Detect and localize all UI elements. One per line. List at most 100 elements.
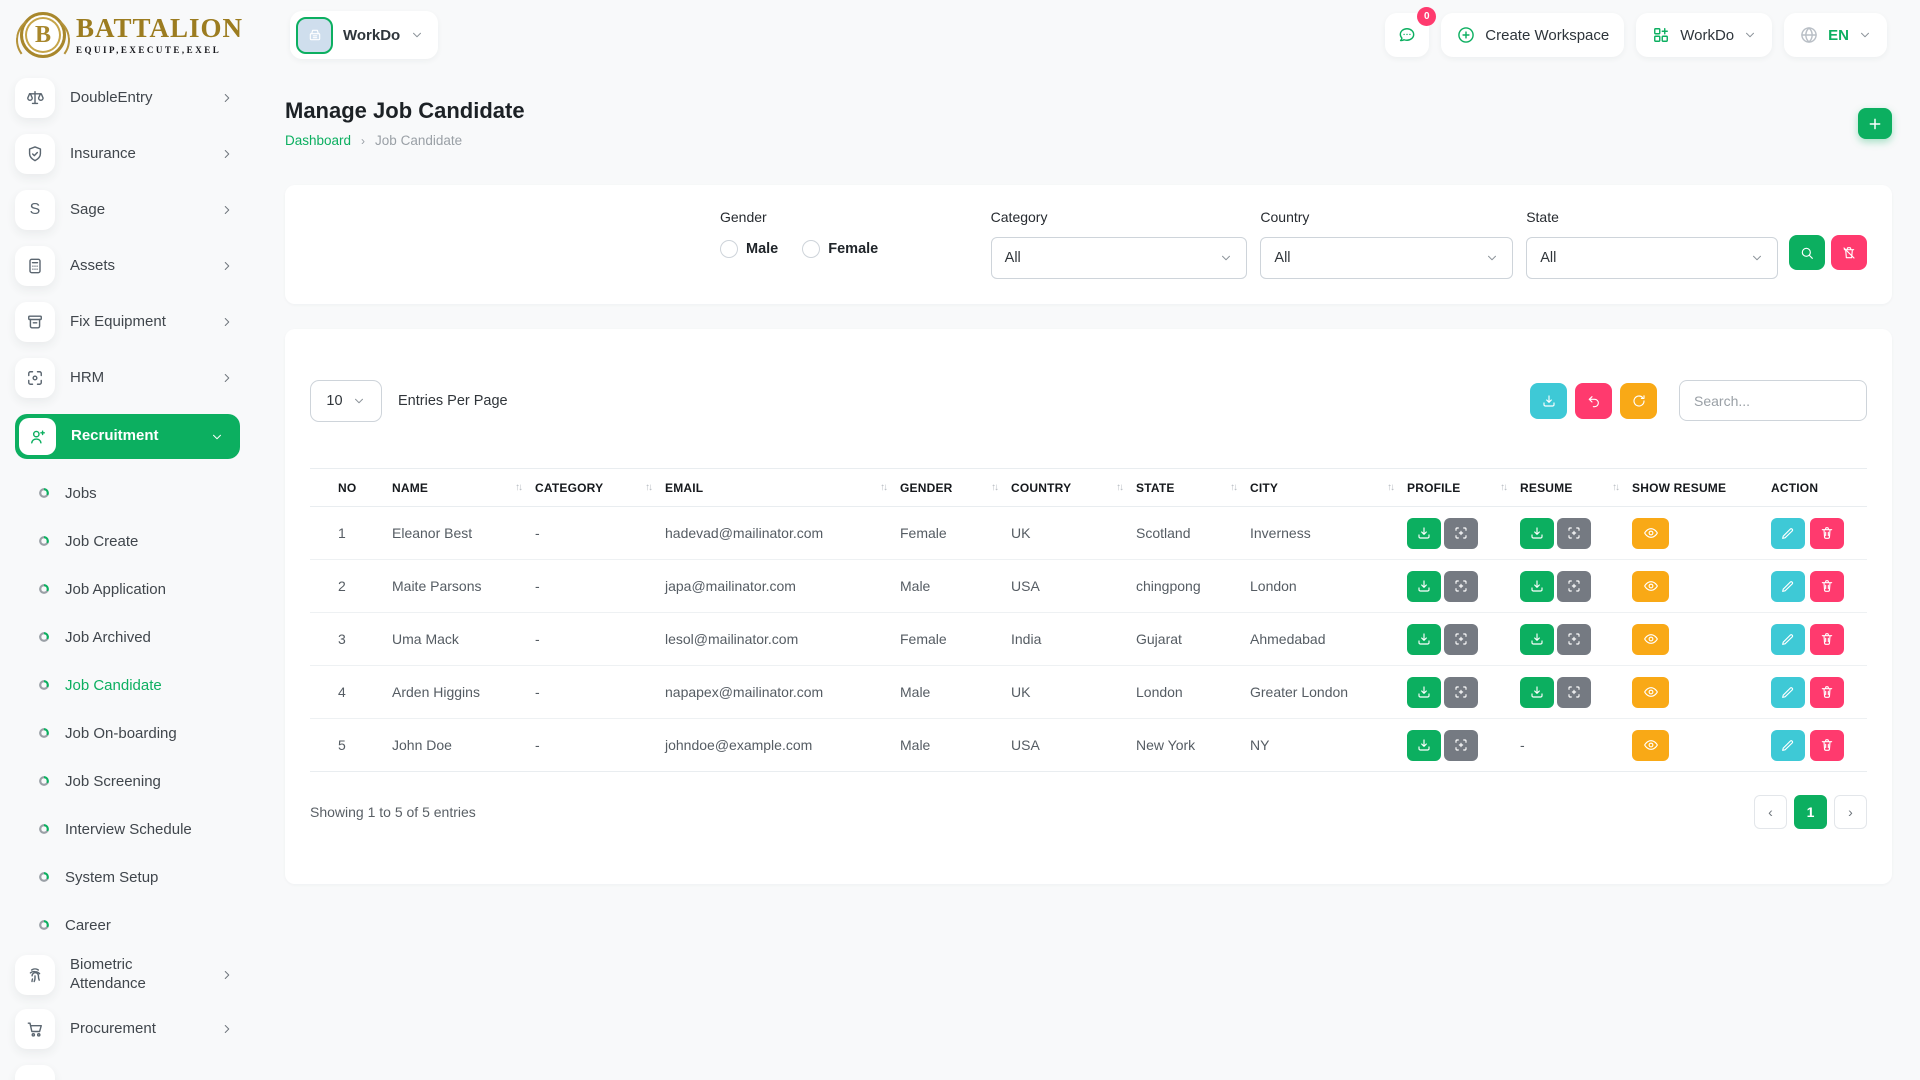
create-workspace-button[interactable]: Create Workspace [1441, 13, 1624, 57]
chat-bubble-icon [1397, 25, 1417, 45]
profile-preview-button[interactable] [1444, 571, 1478, 602]
gender-male-radio[interactable]: Male [720, 240, 778, 258]
breadcrumb-dashboard-link[interactable]: Dashboard [285, 133, 351, 148]
column-header-name[interactable]: NAME↑↓ [392, 469, 535, 507]
refresh-icon [1631, 393, 1647, 409]
submenu-item-job-screening[interactable]: Job Screening [15, 757, 250, 805]
submenu-item-job-candidate[interactable]: Job Candidate [15, 661, 250, 709]
add-candidate-button[interactable] [1858, 108, 1892, 139]
profile-preview-button[interactable] [1444, 624, 1478, 655]
delete-button[interactable] [1810, 518, 1844, 549]
sidebar-item-procurement[interactable]: Procurement [15, 1009, 240, 1049]
gender-label: Gender [720, 209, 984, 225]
submenu-item-job-create[interactable]: Job Create [15, 517, 250, 565]
profile-download-button[interactable] [1407, 730, 1441, 761]
sidebar-item-doubleentry[interactable]: DoubleEntry [15, 78, 240, 118]
column-header-country[interactable]: COUNTRY↑↓ [1011, 469, 1136, 507]
chevron-down-icon [1750, 251, 1764, 265]
resume-download-button[interactable] [1520, 624, 1554, 655]
submenu-item-career[interactable]: Career [15, 901, 250, 949]
sidebar-item-recruitment[interactable]: Recruitment [15, 414, 240, 459]
show-resume-button[interactable] [1632, 624, 1669, 655]
language-selector[interactable]: EN [1784, 13, 1887, 57]
column-header-resume[interactable]: RESUME↑↓ [1520, 469, 1632, 507]
column-header-profile[interactable]: PROFILE↑↓ [1407, 469, 1520, 507]
delete-button[interactable] [1810, 624, 1844, 655]
workdo-menu-button[interactable]: WorkDo [1636, 13, 1772, 57]
profile-download-button[interactable] [1407, 677, 1441, 708]
profile-preview-button[interactable] [1444, 518, 1478, 549]
cell-city: London [1250, 560, 1407, 613]
pagination-page-1[interactable]: 1 [1794, 795, 1827, 829]
profile-download-button[interactable] [1407, 624, 1441, 655]
eye-icon [1643, 684, 1659, 700]
column-header-state[interactable]: STATE↑↓ [1136, 469, 1250, 507]
undo-button[interactable] [1575, 383, 1612, 419]
refresh-button[interactable] [1620, 383, 1657, 419]
delete-button[interactable] [1810, 571, 1844, 602]
apply-filter-button[interactable] [1789, 235, 1825, 270]
search-input[interactable] [1679, 380, 1867, 421]
gender-female-radio[interactable]: Female [802, 240, 878, 258]
edit-button[interactable] [1771, 677, 1805, 708]
resume-preview-button[interactable] [1557, 677, 1591, 708]
cell-no: 1 [310, 507, 392, 560]
resume-download-button[interactable] [1520, 571, 1554, 602]
pagination-next-button[interactable]: › [1834, 795, 1867, 829]
resume-preview-button[interactable] [1557, 571, 1591, 602]
profile-preview-button[interactable] [1444, 730, 1478, 761]
column-header-email[interactable]: EMAIL↑↓ [665, 469, 900, 507]
delete-button[interactable] [1810, 730, 1844, 761]
submenu-item-system-setup[interactable]: System Setup [15, 853, 250, 901]
main-content: Manage Job Candidate Dashboard › Job Can… [250, 70, 1920, 1080]
export-button[interactable] [1530, 383, 1567, 419]
sidebar-item-biometric-attendance[interactable]: Biometric Attendance [15, 955, 240, 995]
sidebar-item-insurance[interactable]: Insurance [15, 134, 240, 174]
sidebar-item-label: Insurance [70, 145, 136, 164]
workspace-switcher[interactable]: WorkDo [290, 11, 438, 59]
sidebar-item-fix-equipment[interactable]: Fix Equipment [15, 302, 240, 342]
scan-plus-icon [1566, 578, 1582, 594]
profile-download-button[interactable] [1407, 518, 1441, 549]
pagination-prev-button[interactable]: ‹ [1754, 795, 1787, 829]
cell-city: Greater London [1250, 666, 1407, 719]
sidebar-item-sage[interactable]: S Sage [15, 190, 240, 230]
entries-per-page-select[interactable]: 10 [310, 380, 382, 422]
show-resume-button[interactable] [1632, 518, 1669, 549]
resume-preview-button[interactable] [1557, 518, 1591, 549]
sidebar-item-label: Fix Equipment [70, 313, 166, 332]
state-select[interactable]: All [1526, 237, 1778, 279]
submenu-item-jobs[interactable]: Jobs [15, 469, 250, 517]
country-select[interactable]: All [1260, 237, 1513, 279]
category-select[interactable]: All [991, 237, 1248, 279]
show-resume-button[interactable] [1632, 571, 1669, 602]
resume-preview-button[interactable] [1557, 624, 1591, 655]
show-resume-button[interactable] [1632, 677, 1669, 708]
profile-preview-button[interactable] [1444, 677, 1478, 708]
edit-button[interactable] [1771, 518, 1805, 549]
cell-name: Uma Mack [392, 613, 535, 666]
submenu-item-interview-schedule[interactable]: Interview Schedule [15, 805, 250, 853]
sidebar-item-assets[interactable]: Assets [15, 246, 240, 286]
delete-button[interactable] [1810, 677, 1844, 708]
messages-button[interactable]: 0 [1385, 13, 1429, 57]
column-header-city[interactable]: CITY↑↓ [1250, 469, 1407, 507]
edit-button[interactable] [1771, 624, 1805, 655]
submenu-item-job-onboarding[interactable]: Job On-boarding [15, 709, 250, 757]
trash-icon [1819, 631, 1835, 647]
edit-button[interactable] [1771, 571, 1805, 602]
clear-filter-button[interactable] [1831, 235, 1867, 270]
scan-plus-icon [1566, 631, 1582, 647]
page-title: Manage Job Candidate [285, 98, 525, 124]
show-resume-button[interactable] [1632, 730, 1669, 761]
profile-download-button[interactable] [1407, 571, 1441, 602]
column-header-category[interactable]: CATEGORY↑↓ [535, 469, 665, 507]
edit-button[interactable] [1771, 730, 1805, 761]
column-header-gender[interactable]: GENDER↑↓ [900, 469, 1011, 507]
chevron-down-icon [1858, 28, 1872, 42]
submenu-item-job-application[interactable]: Job Application [15, 565, 250, 613]
submenu-item-job-archived[interactable]: Job Archived [15, 613, 250, 661]
sidebar-item-hrm[interactable]: HRM [15, 358, 240, 398]
resume-download-button[interactable] [1520, 518, 1554, 549]
resume-download-button[interactable] [1520, 677, 1554, 708]
